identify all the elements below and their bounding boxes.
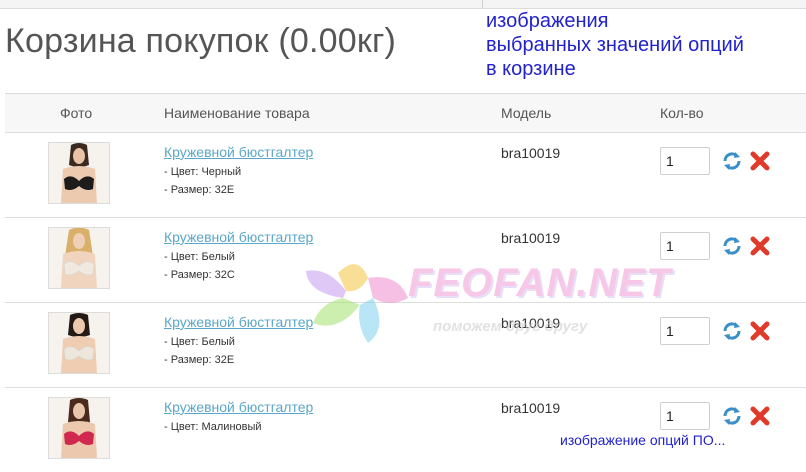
remove-x-icon[interactable] (749, 235, 771, 257)
table-row: Кружевной бюстгалтер - Цвет: Белый - Раз… (5, 303, 806, 388)
top-strip (0, 0, 806, 9)
product-photo-image (49, 313, 109, 373)
table-header: Фото Наименование товара Модель Кол-во (5, 94, 806, 133)
product-model: bra10019 (501, 145, 561, 161)
refresh-icon[interactable] (721, 320, 743, 342)
option-size: - Размер: 32C (164, 269, 235, 281)
remove-x-icon[interactable] (749, 320, 771, 342)
product-photo-image (49, 398, 109, 458)
refresh-icon[interactable] (721, 150, 743, 172)
product-thumbnail[interactable] (48, 142, 110, 204)
product-photo-image (49, 228, 109, 288)
quantity-input[interactable] (660, 147, 710, 175)
product-name-link[interactable]: Кружевной бюстгалтер (164, 144, 313, 160)
annotation-line: выбранных значений опций (486, 34, 744, 56)
option-size: - Размер: 32E (164, 354, 235, 366)
header-product-name: Наименование товара (164, 105, 310, 121)
page-title: Корзина покупок (0.00кг) (5, 22, 397, 60)
quantity-input[interactable] (660, 232, 710, 260)
annotation-note: изображения выбранных значений опций в к… (486, 9, 806, 81)
option-size: - Размер: 32E (164, 184, 235, 196)
top-strip-divider (482, 0, 483, 8)
annotation-line: изображения (486, 10, 609, 32)
product-thumbnail[interactable] (48, 312, 110, 374)
product-name-link[interactable]: Кружевной бюстгалтер (164, 314, 313, 330)
product-thumbnail[interactable] (48, 397, 110, 459)
product-model: bra10019 (501, 400, 561, 416)
header-photo: Фото (60, 105, 93, 121)
header-model: Модель (501, 105, 552, 121)
option-color: - Цвет: Белый (164, 251, 235, 263)
footer-annotation: изображение опций ПО... (560, 432, 726, 448)
table-row: Кружевной бюстгалтер - Цвет: Белый - Раз… (5, 218, 806, 303)
option-color: - Цвет: Черный (164, 166, 242, 178)
product-model: bra10019 (501, 315, 561, 331)
refresh-icon[interactable] (721, 405, 743, 427)
quantity-input[interactable] (660, 317, 710, 345)
option-color: - Цвет: Белый (164, 336, 235, 348)
refresh-icon[interactable] (721, 235, 743, 257)
product-name-link[interactable]: Кружевной бюстгалтер (164, 399, 313, 415)
product-name-link[interactable]: Кружевной бюстгалтер (164, 229, 313, 245)
remove-x-icon[interactable] (749, 405, 771, 427)
option-color: - Цвет: Малиновый (164, 421, 262, 433)
header-quantity: Кол-во (660, 105, 704, 121)
product-thumbnail[interactable] (48, 227, 110, 289)
annotation-line: в корзине (486, 58, 576, 80)
table-row: Кружевной бюстгалтер - Цвет: Малиновый b… (5, 388, 806, 472)
product-model: bra10019 (501, 230, 561, 246)
remove-x-icon[interactable] (749, 150, 771, 172)
quantity-input[interactable] (660, 402, 710, 430)
product-photo-image (49, 143, 109, 203)
cart-table: Фото Наименование товара Модель Кол-во К… (5, 93, 806, 459)
table-row: Кружевной бюстгалтер - Цвет: Черный - Ра… (5, 133, 806, 218)
